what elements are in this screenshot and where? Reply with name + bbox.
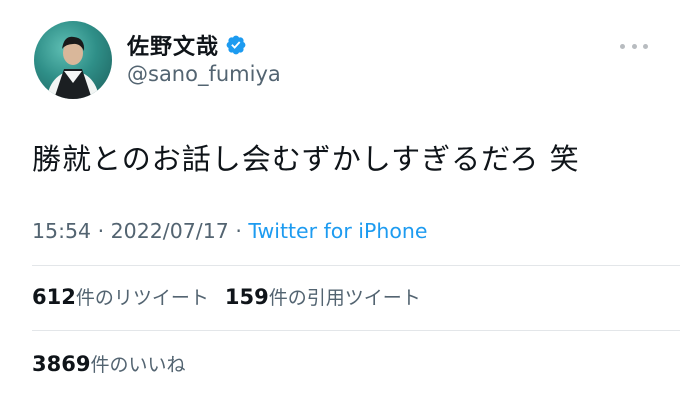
divider — [32, 265, 680, 266]
avatar[interactable] — [34, 21, 112, 99]
quotes-label: 件の引用ツイート — [268, 287, 421, 309]
tweet-metadata: 15:54 · 2022/07/17 · Twitter for iPhone — [32, 219, 427, 243]
avatar-photo-icon — [47, 36, 99, 99]
likes-label: 件のいいね — [90, 354, 186, 376]
display-name[interactable]: 佐野文哉 — [127, 29, 219, 61]
retweets-label: 件のリツイート — [75, 287, 209, 309]
tweet-card: 佐野文哉 @sano_fumiya 勝就とのお話し会むずかしすぎるだろ 笑 15… — [0, 0, 680, 408]
quotes-stat[interactable]: 159件の引用ツイート — [224, 285, 421, 309]
retweets-stat[interactable]: 612件のリツイート — [32, 285, 209, 309]
engagement-stats: 612件のリツイート 159件の引用ツイート — [32, 283, 421, 310]
meta-separator: · — [91, 219, 111, 243]
tweet-date[interactable]: 2022/07/17 — [111, 219, 229, 243]
more-options-icon[interactable] — [620, 38, 648, 54]
tweet-text: 勝就とのお話し会むずかしすぎるだろ 笑 — [32, 142, 580, 176]
quotes-count: 159 — [224, 285, 269, 309]
likes-stat[interactable]: 3869件のいいね — [32, 350, 185, 377]
tweet-time[interactable]: 15:54 — [32, 219, 91, 243]
meta-separator-2: · — [228, 219, 249, 243]
retweets-count: 612 — [32, 285, 76, 309]
verified-badge-icon — [225, 34, 247, 56]
author-name-row: 佐野文哉 — [127, 30, 247, 60]
divider — [32, 330, 680, 331]
likes-count: 3869 — [32, 352, 91, 376]
tweet-source-link[interactable]: Twitter for iPhone — [248, 219, 427, 243]
author-handle[interactable]: @sano_fumiya — [127, 62, 281, 86]
